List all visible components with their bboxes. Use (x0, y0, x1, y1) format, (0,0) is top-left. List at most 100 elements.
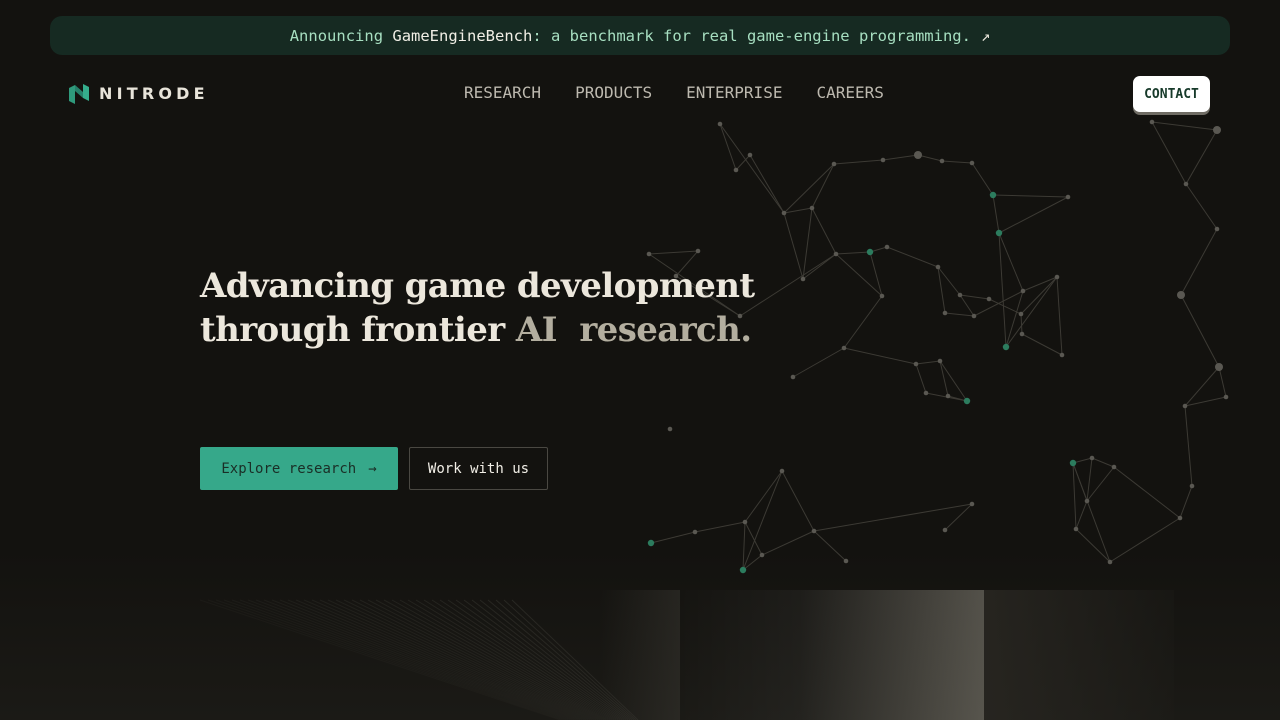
network-edge (843, 295, 883, 349)
network-node (880, 157, 886, 163)
network-edge (1005, 276, 1058, 348)
perspective-line (367, 599, 603, 720)
network-edge (941, 160, 973, 164)
network-edge (1151, 121, 1218, 131)
network-node (945, 393, 951, 399)
network-edge (835, 253, 883, 297)
network-edge (1185, 183, 1218, 230)
network-node (923, 390, 929, 396)
nav-item-products[interactable]: PRODUCTS (575, 83, 652, 102)
network-node (1111, 464, 1117, 470)
network-node (963, 397, 971, 405)
network-node (1213, 126, 1221, 134)
network-edge (1086, 466, 1115, 502)
network-node (1177, 291, 1185, 299)
network-node (1059, 352, 1065, 358)
network-node (1020, 288, 1026, 294)
network-edge (1151, 121, 1187, 185)
network-node (1189, 483, 1195, 489)
network-edge (939, 360, 949, 397)
nav-item-research[interactable]: RESEARCH (464, 83, 541, 102)
glow-shadow-left (600, 590, 680, 720)
network-edge (650, 531, 696, 544)
network-node (942, 527, 948, 533)
brand-name: NITRODE (99, 83, 209, 103)
network-node (1084, 498, 1090, 504)
announcement-highlight: GameEngineBench (392, 26, 533, 45)
perspective-line (255, 599, 575, 720)
network-edge (992, 194, 1069, 198)
network-edge (835, 251, 871, 255)
network-node (800, 276, 806, 282)
network-edge (1022, 276, 1058, 292)
network-edge (917, 154, 943, 162)
network-edge (1185, 129, 1218, 185)
network-edge (783, 207, 813, 214)
network-node (1019, 331, 1025, 337)
network-edge (694, 521, 746, 533)
network-edge (811, 163, 835, 209)
network-edge (792, 347, 845, 378)
network-node (1054, 274, 1060, 280)
nitrode-logo-icon (69, 84, 89, 104)
glow-shadow-right (984, 590, 1174, 720)
network-edge (882, 154, 919, 161)
work-with-us-button[interactable]: Work with us (409, 447, 548, 490)
explore-research-label: Explore research (221, 460, 357, 477)
network-edge (971, 162, 994, 196)
hero-headline: Advancing game development through front… (200, 264, 800, 352)
network-edge (992, 194, 1000, 234)
network-edge (1072, 462, 1111, 563)
network-node (779, 468, 785, 474)
network-node (866, 248, 874, 256)
network-edge (1075, 500, 1088, 530)
network-node (667, 426, 673, 432)
explore-research-button[interactable]: Explore research → (200, 447, 398, 490)
network-edge (1005, 290, 1024, 348)
network-edge (1184, 405, 1193, 487)
network-node (1182, 403, 1188, 409)
network-node (790, 374, 796, 380)
network-edge (719, 123, 785, 214)
network-edge (1072, 457, 1093, 464)
network-node (646, 251, 652, 257)
network-edge (749, 154, 785, 214)
network-node (1215, 363, 1223, 371)
network-edge (947, 395, 968, 402)
network-edge (811, 207, 837, 255)
announcement-banner[interactable]: Announcing GameEngineBench : a benchmark… (50, 16, 1230, 55)
brand-logo[interactable]: NITRODE (68, 81, 209, 105)
network-node (1069, 459, 1077, 467)
network-node (1183, 181, 1189, 187)
network-node (1018, 311, 1024, 317)
network-edge (1072, 462, 1077, 530)
contact-button[interactable]: CONTACT (1133, 76, 1210, 112)
network-node (995, 229, 1003, 237)
perspective-lines-decoration (199, 599, 639, 720)
network-edge (915, 363, 927, 394)
network-node (733, 167, 739, 173)
network-edge (719, 123, 737, 171)
network-node (879, 293, 885, 299)
network-edge (744, 470, 783, 523)
network-edge (1184, 366, 1220, 407)
hero-line-1: Advancing game development (200, 266, 755, 306)
network-node (957, 292, 963, 298)
network-edge (959, 294, 990, 300)
network-edge (783, 163, 835, 214)
perspective-line (231, 599, 569, 720)
hero-line-2a: through frontier (200, 310, 516, 350)
network-edge (813, 503, 973, 532)
perspective-line (343, 599, 597, 720)
network-node (809, 205, 815, 211)
network-node (1002, 343, 1010, 351)
main-nav: RESEARCH PRODUCTS ENTERPRISE CAREERS (464, 83, 884, 102)
nav-item-careers[interactable]: CAREERS (816, 83, 883, 102)
network-edge (1056, 276, 1063, 356)
arrow-right-icon: → (368, 460, 377, 477)
network-edge (1184, 396, 1227, 407)
nav-item-enterprise[interactable]: ENTERPRISE (686, 83, 782, 102)
network-edge (1021, 333, 1063, 356)
network-edge (915, 360, 941, 365)
network-edge (973, 290, 1024, 317)
